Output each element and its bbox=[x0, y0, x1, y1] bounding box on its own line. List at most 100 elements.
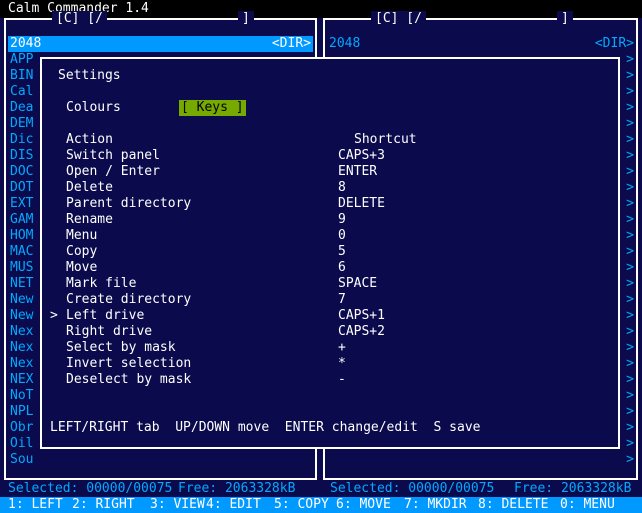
shortcut-key: * bbox=[338, 356, 346, 371]
shortcut-key: CAPS+3 bbox=[338, 148, 385, 163]
fkey-move-button[interactable]: 6: MOVE bbox=[336, 497, 391, 513]
overflow-arrow-icon: > bbox=[626, 100, 634, 115]
list-item[interactable]: GAM bbox=[10, 212, 33, 228]
list-item[interactable]: HOM bbox=[10, 228, 33, 244]
fkey-mkdir-button[interactable]: 7: MKDIR bbox=[404, 497, 467, 513]
overflow-arrow-icon: > bbox=[626, 228, 634, 243]
left-selected-count: Selected: 00000/00075 bbox=[8, 481, 173, 496]
fkey-label: EDIT bbox=[229, 497, 261, 512]
shortcut-action[interactable]: Parent directory bbox=[66, 196, 191, 212]
fkey-copy-button[interactable]: 5: COPY bbox=[274, 497, 329, 513]
fkey-number: 0: bbox=[560, 497, 584, 512]
colours-tab[interactable]: Colours bbox=[66, 100, 121, 116]
overflow-arrow-icon: > bbox=[626, 324, 634, 339]
list-item[interactable]: New bbox=[10, 308, 33, 324]
list-item[interactable]: Dic bbox=[10, 132, 33, 148]
list-item[interactable]: Cal bbox=[10, 84, 33, 100]
shortcut-action[interactable]: Mark file bbox=[66, 276, 136, 292]
overflow-arrow-icon: > bbox=[626, 68, 634, 83]
fkey-right-button[interactable]: 2: RIGHT bbox=[72, 497, 135, 513]
right-panel-selected-row[interactable]: 2048 <DIR> bbox=[329, 36, 634, 52]
overflow-arrow-icon: > bbox=[626, 308, 634, 323]
action-header: Action bbox=[66, 132, 113, 147]
list-item[interactable]: Oil bbox=[10, 436, 33, 452]
status-bar: Selected: 00000/00075 Free: 2063328kB Se… bbox=[0, 481, 642, 497]
list-item[interactable]: Nex bbox=[10, 324, 33, 340]
list-item[interactable]: DIS bbox=[10, 148, 33, 164]
shortcut-action[interactable]: Left drive bbox=[66, 308, 144, 324]
overflow-arrow-icon: > bbox=[626, 340, 634, 355]
shortcut-key: SPACE bbox=[338, 276, 378, 291]
shortcut-key: 0 bbox=[338, 228, 346, 243]
help-text: LEFT/RIGHT tab UP/DOWN move ENTER change… bbox=[50, 420, 481, 435]
shortcut-key: CAPS+1 bbox=[338, 308, 385, 323]
right-panel-path-end: ] bbox=[557, 11, 573, 27]
left-selected-type: <DIR> bbox=[271, 36, 311, 51]
shortcut-action[interactable]: Delete bbox=[66, 180, 113, 196]
shortcut-action[interactable]: Select by mask bbox=[66, 340, 176, 356]
shortcut-key: DELETE bbox=[338, 196, 385, 211]
left-panel-path: [C] [/ bbox=[52, 11, 107, 27]
list-item[interactable]: NPL bbox=[10, 404, 33, 420]
shortcut-action[interactable]: Copy bbox=[66, 244, 97, 260]
fkey-number: 1: bbox=[8, 497, 32, 512]
fkey-edit-button[interactable]: 4: EDIT bbox=[206, 497, 261, 513]
shortcut-action[interactable]: Invert selection bbox=[66, 356, 191, 372]
shortcut-key: 8 bbox=[338, 180, 346, 195]
shortcut-action[interactable]: Move bbox=[66, 260, 97, 276]
left-panel-selected-row[interactable]: 2048 <DIR> bbox=[8, 36, 313, 52]
list-item[interactable]: EXT bbox=[10, 196, 33, 212]
fkey-left-button[interactable]: 1: LEFT bbox=[8, 497, 63, 513]
fkey-view-button[interactable]: 3: VIEW bbox=[150, 497, 205, 513]
list-item[interactable]: DOT bbox=[10, 180, 33, 196]
shortcut-action[interactable]: Open / Enter bbox=[66, 164, 160, 180]
list-item[interactable]: Nex bbox=[10, 340, 33, 356]
list-item[interactable]: BIN bbox=[10, 68, 33, 84]
list-item[interactable]: Nex bbox=[10, 356, 33, 372]
list-item[interactable]: APP bbox=[10, 52, 33, 68]
fkey-number: 6: bbox=[336, 497, 360, 512]
list-item[interactable]: Obr bbox=[10, 420, 33, 436]
overflow-arrow-icon: > bbox=[626, 372, 634, 387]
overflow-arrow-icon: > bbox=[626, 244, 634, 259]
overflow-arrow-icon: > bbox=[626, 132, 634, 147]
list-item[interactable]: DOC bbox=[10, 164, 33, 180]
shortcut-action[interactable]: Rename bbox=[66, 212, 113, 228]
fkey-label: MKDIR bbox=[427, 497, 467, 512]
list-item[interactable]: NoT bbox=[10, 388, 33, 404]
fkey-label: RIGHT bbox=[95, 497, 135, 512]
right-panel-path: [C] [/ bbox=[371, 11, 426, 27]
shortcut-action[interactable]: Deselect by mask bbox=[66, 372, 191, 388]
shortcut-key: - bbox=[338, 372, 346, 387]
shortcut-action[interactable]: Right drive bbox=[66, 324, 152, 340]
fkey-number: 8: bbox=[478, 497, 502, 512]
list-item[interactable]: DEM bbox=[10, 116, 33, 132]
shortcut-action[interactable]: Menu bbox=[66, 228, 97, 244]
list-item[interactable]: New bbox=[10, 292, 33, 308]
overflow-arrow-icon: > bbox=[626, 276, 634, 291]
list-item[interactable]: Dea bbox=[10, 100, 33, 116]
list-item[interactable]: Sou bbox=[10, 452, 33, 468]
keys-tab[interactable]: [ Keys ] bbox=[179, 100, 246, 116]
list-item[interactable]: MUS bbox=[10, 260, 33, 276]
overflow-arrow-icon: > bbox=[626, 116, 634, 131]
overflow-arrow-icon: > bbox=[626, 212, 634, 227]
fkey-number: 3: bbox=[150, 497, 174, 512]
left-free-space: Free: 2063328kB bbox=[178, 481, 296, 496]
right-free-space: Free: 2063328kB bbox=[514, 481, 632, 496]
shortcut-action[interactable]: Switch panel bbox=[66, 148, 160, 164]
overflow-arrow-icon: > bbox=[626, 420, 634, 435]
list-item[interactable]: MAC bbox=[10, 244, 33, 260]
fkey-delete-button[interactable]: 8: DELETE bbox=[478, 497, 548, 513]
overflow-arrow-icon: > bbox=[626, 52, 634, 67]
fkey-label: DELETE bbox=[501, 497, 549, 512]
list-item[interactable]: NEX bbox=[10, 372, 33, 388]
overflow-arrow-icon: > bbox=[626, 404, 634, 419]
overflow-arrow-icon: > bbox=[626, 436, 634, 451]
right-selected-name: 2048 bbox=[329, 36, 361, 51]
shortcut-action[interactable]: Create directory bbox=[66, 292, 191, 308]
overflow-arrow-icon: > bbox=[626, 452, 634, 467]
right-selected-count: Selected: 00000/00075 bbox=[330, 481, 495, 496]
fkey-menu-button[interactable]: 0: MENU bbox=[560, 497, 615, 513]
list-item[interactable]: NET bbox=[10, 276, 33, 292]
